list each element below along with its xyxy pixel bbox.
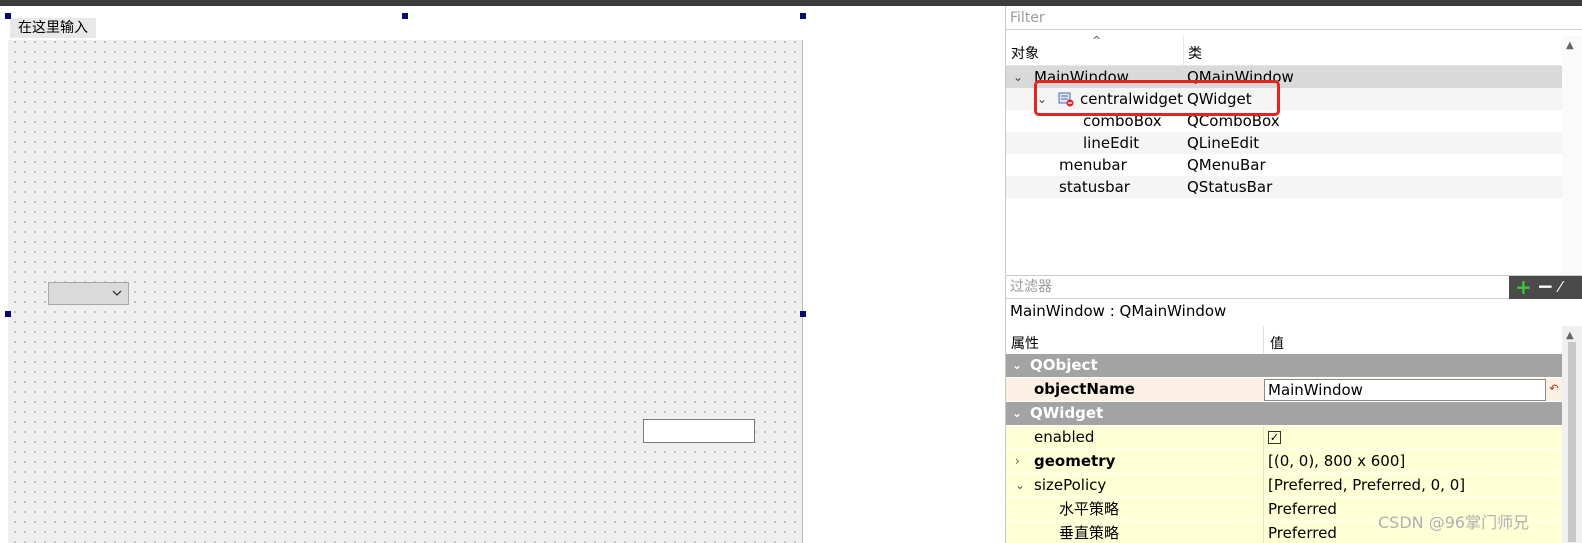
object-name: menubar (1059, 156, 1127, 174)
qt-designer-window: 在这里输入 Filter 对象 ^ 类 ⌄ MainWindow QMainWi… (0, 0, 1582, 543)
group-label: QWidget (1030, 404, 1104, 422)
scroll-up-icon[interactable]: ▲ (1566, 40, 1574, 51)
property-editor: 过滤器 + − ⁄ MainWindow : QMainWindow 属性 值 … (1005, 275, 1582, 543)
watermark: CSDN @96掌门师兄 (1378, 513, 1530, 532)
chevron-down-icon[interactable]: ⌄ (1015, 474, 1025, 497)
enabled-checkbox[interactable]: ✓ (1268, 431, 1281, 444)
property-value[interactable]: Preferred (1268, 522, 1337, 543)
property-name: geometry (1034, 452, 1116, 470)
property-editor-title: MainWindow : QMainWindow (1010, 302, 1227, 320)
column-header-property[interactable]: 属性 (1011, 333, 1039, 353)
chevron-down-icon (112, 290, 122, 296)
column-divider (1263, 426, 1264, 450)
column-header-class[interactable]: 类 (1188, 43, 1202, 63)
form-menubar[interactable]: 在这里输入 (8, 16, 803, 40)
object-inspector: Filter 对象 ^ 类 ⌄ MainWindow QMainWindow ⌄… (1005, 6, 1582, 274)
tree-row-menubar[interactable]: menubar QMenuBar (1006, 154, 1563, 176)
column-divider[interactable] (1263, 326, 1264, 356)
reset-icon[interactable]: ↶ (1547, 381, 1561, 397)
object-filter-input[interactable]: Filter (1006, 6, 1582, 30)
selection-handle[interactable] (5, 13, 11, 19)
form-canvas[interactable]: 在这里输入 (8, 16, 803, 543)
object-class: QMenuBar (1187, 156, 1266, 174)
property-row-geometry[interactable]: › geometry [(0, 0), 800 x 600] (1006, 450, 1563, 474)
property-toolbar: + − ⁄ (1509, 276, 1582, 299)
group-label: QObject (1030, 356, 1098, 374)
scrollbar-thumb[interactable] (1568, 342, 1576, 542)
group-row-qobject[interactable]: ⌄ QObject (1006, 354, 1563, 378)
type-here-menu-item[interactable]: 在这里输入 (10, 18, 96, 38)
combobox-widget[interactable] (48, 282, 129, 305)
configure-icon[interactable]: ⁄ (1559, 276, 1562, 299)
tree-row-statusbar[interactable]: statusbar QStatusBar (1006, 176, 1563, 198)
group-row-qwidget[interactable]: ⌄ QWidget (1006, 402, 1563, 426)
chevron-down-icon[interactable]: ⌄ (1012, 354, 1022, 377)
scroll-up-icon[interactable]: ▲ (1566, 330, 1574, 341)
objectname-value-input[interactable]: MainWindow (1264, 379, 1546, 401)
property-scrollbar[interactable]: ▲ (1562, 326, 1582, 543)
property-table-header: 属性 值 (1006, 326, 1563, 356)
column-header-object[interactable]: 对象 (1011, 43, 1039, 63)
object-class: QLineEdit (1187, 134, 1260, 152)
property-name: objectName (1034, 380, 1135, 398)
object-tree-header: 对象 ^ 类 (1006, 34, 1563, 66)
property-name: enabled (1034, 428, 1095, 446)
property-value[interactable]: Preferred (1268, 498, 1337, 521)
property-name: 水平策略 (1059, 500, 1120, 518)
property-row-objectname[interactable]: objectName MainWindow ↶ (1006, 378, 1563, 402)
object-tree-scrollbar[interactable]: ▲ (1562, 36, 1582, 274)
selection-handle[interactable] (5, 311, 11, 317)
chevron-down-icon[interactable]: ⌄ (1013, 66, 1023, 88)
object-class: QStatusBar (1187, 178, 1273, 196)
property-row-enabled[interactable]: enabled ✓ (1006, 426, 1563, 450)
remove-property-icon[interactable]: − (1537, 276, 1554, 297)
tree-row-lineedit[interactable]: lineEdit QLineEdit (1006, 132, 1563, 154)
column-divider (1263, 474, 1264, 498)
column-divider (1263, 522, 1264, 543)
column-divider (1263, 450, 1264, 474)
selection-handle[interactable] (402, 13, 408, 19)
property-value[interactable]: [(0, 0), 800 x 600] (1268, 450, 1405, 473)
chevron-right-icon[interactable]: › (1015, 450, 1020, 473)
chevron-down-icon[interactable]: ⌄ (1012, 402, 1022, 425)
column-divider (1263, 498, 1264, 522)
property-row-sizepolicy[interactable]: ⌄ sizePolicy [Preferred, Preferred, 0, 0… (1006, 474, 1563, 498)
column-header-value[interactable]: 值 (1270, 333, 1284, 353)
property-name: sizePolicy (1034, 476, 1107, 494)
object-name: lineEdit (1083, 134, 1140, 152)
lineedit-widget[interactable] (643, 419, 755, 443)
object-name: statusbar (1059, 178, 1130, 196)
add-property-icon[interactable]: + (1515, 276, 1532, 298)
property-name: 垂直策略 (1059, 524, 1120, 542)
property-value[interactable]: [Preferred, Preferred, 0, 0] (1268, 474, 1465, 497)
selection-handle[interactable] (800, 13, 806, 19)
column-divider[interactable] (1183, 36, 1184, 66)
property-filter-input[interactable]: 过滤器 (1006, 276, 1509, 299)
selection-handle[interactable] (800, 311, 806, 317)
highlight-annotation-box (1034, 80, 1280, 116)
sort-up-icon: ^ (1092, 34, 1102, 47)
